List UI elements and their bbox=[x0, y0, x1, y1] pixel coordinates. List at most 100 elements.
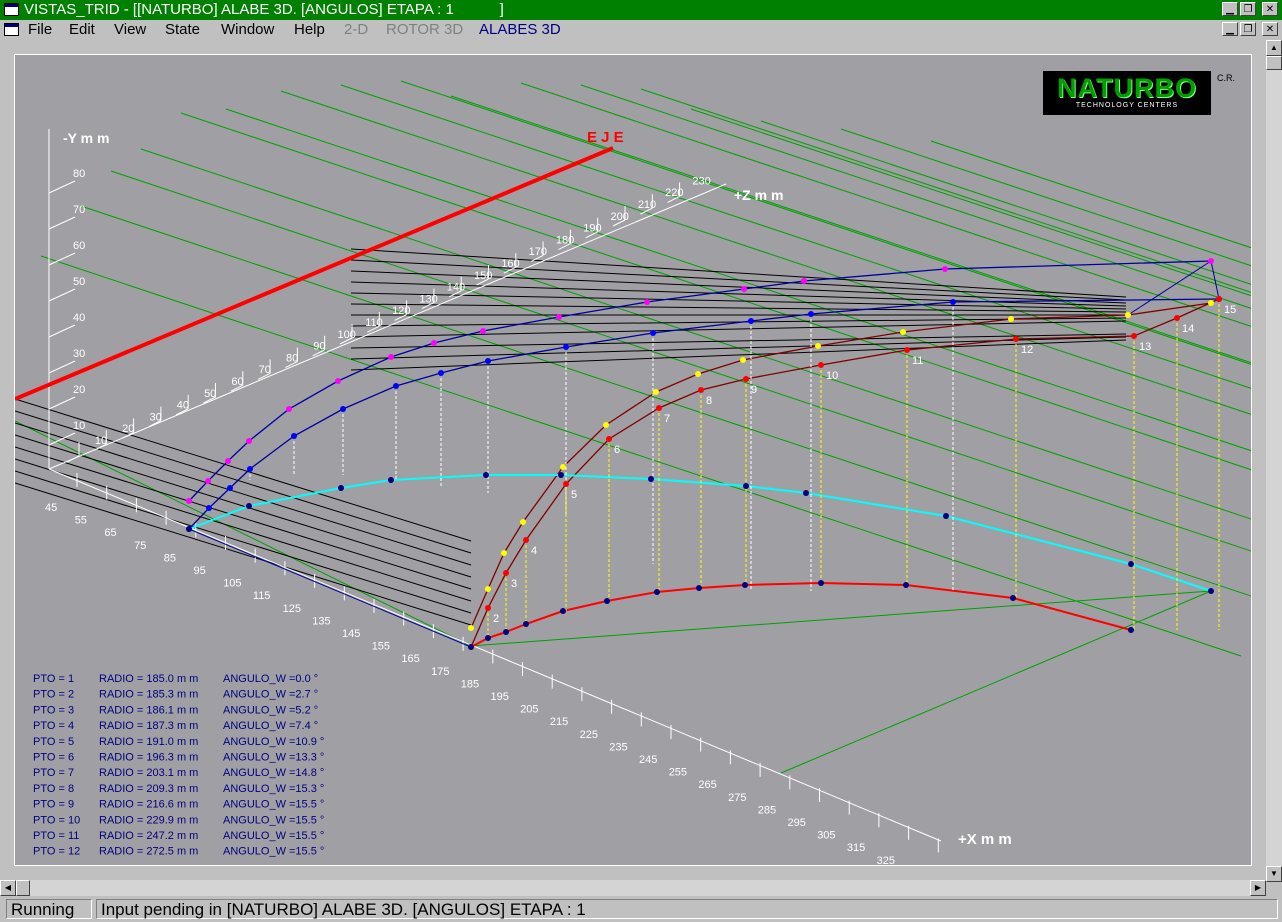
x-tick-label: 175 bbox=[431, 666, 449, 678]
profile-line bbox=[350, 270, 1127, 304]
x-tick-label: 65 bbox=[104, 527, 116, 539]
outer-top-point bbox=[942, 266, 948, 272]
scroll-down-icon[interactable]: ▼ bbox=[1266, 866, 1282, 882]
table-radio: RADIO = 272.5 m m bbox=[99, 846, 198, 858]
doc-restore-button[interactable]: ❐ bbox=[1240, 22, 1256, 36]
outer-mid-point bbox=[291, 433, 297, 439]
profile-line bbox=[14, 434, 472, 578]
table-pto: PTO = 4 bbox=[33, 720, 74, 732]
scroll-up-icon[interactable]: ▲ bbox=[1266, 40, 1282, 56]
menu-alabes-3d[interactable]: ALABES 3D bbox=[479, 20, 561, 40]
x-tick-label: 315 bbox=[847, 842, 865, 854]
z-tick-label: 40 bbox=[177, 400, 189, 412]
table-angulo: ANGULO_W =7.4 ° bbox=[223, 720, 318, 732]
point-number: 11 bbox=[912, 355, 923, 367]
outer-mid-point bbox=[227, 485, 233, 491]
table-angulo: ANGULO_W =10.9 ° bbox=[223, 736, 324, 748]
z-tick-label: 10 bbox=[95, 435, 107, 447]
outer-mid-point bbox=[340, 406, 346, 412]
outer-mid-point bbox=[485, 358, 491, 364]
hscroll-thumb[interactable] bbox=[16, 880, 30, 896]
table-pto: PTO = 9 bbox=[33, 799, 74, 811]
inner-mid-point bbox=[1174, 315, 1180, 321]
profile-line bbox=[14, 422, 472, 566]
inner-mid-point bbox=[563, 481, 569, 487]
x-tick-label: 145 bbox=[342, 628, 360, 640]
status-state: Running bbox=[6, 899, 92, 919]
outer-mid-point bbox=[748, 318, 754, 324]
table-pto: PTO = 11 bbox=[33, 830, 79, 842]
projection-point bbox=[246, 503, 252, 509]
x-tick-label: 205 bbox=[520, 704, 538, 716]
outer-top-point bbox=[801, 278, 807, 284]
inner-top-point bbox=[603, 422, 609, 428]
outer-mid-point bbox=[438, 370, 444, 376]
app-icon[interactable] bbox=[4, 3, 19, 16]
z-tick-label: 100 bbox=[338, 329, 356, 341]
x-tick-label: 45 bbox=[45, 502, 57, 514]
inner-top-point bbox=[815, 343, 821, 349]
outer-mid-point bbox=[247, 466, 253, 472]
table-radio: RADIO = 185.3 m m bbox=[99, 689, 198, 701]
drawing-canvas[interactable]: -Y m m +Z m m +X m m 10 20 30 40 50 60 70 80 10 20 30… bbox=[14, 54, 1282, 879]
inner-mid-point bbox=[1013, 336, 1019, 342]
inner-top-point bbox=[740, 357, 746, 363]
scroll-right-icon[interactable]: ▶ bbox=[1250, 880, 1266, 896]
z-tick-label: 60 bbox=[231, 376, 243, 388]
projection-point bbox=[648, 476, 654, 482]
table-pto: PTO = 5 bbox=[33, 736, 74, 748]
minimize-button[interactable]: ▁ bbox=[1222, 2, 1238, 16]
inner-mid-point bbox=[1216, 296, 1222, 302]
table-angulo: ANGULO_W =0.0 ° bbox=[223, 673, 318, 685]
menu-help[interactable]: Help bbox=[294, 20, 325, 40]
table-radio: RADIO = 209.3 m m bbox=[99, 783, 198, 795]
base-point bbox=[503, 629, 509, 635]
table-radio: RADIO = 186.1 m m bbox=[99, 704, 198, 716]
x-tick-label: 305 bbox=[817, 830, 835, 842]
window-controls: ▁ ❐ ✕ bbox=[1222, 2, 1278, 16]
z-tick-label: 170 bbox=[529, 246, 547, 258]
scroll-left-icon[interactable]: ◀ bbox=[0, 880, 16, 896]
restore-button[interactable]: ❐ bbox=[1240, 2, 1256, 16]
doc-close-button[interactable]: ✕ bbox=[1262, 22, 1278, 36]
profile-line bbox=[350, 336, 1127, 360]
menu-file[interactable]: File bbox=[28, 20, 52, 40]
outer-top-point bbox=[741, 286, 747, 292]
base-point bbox=[696, 585, 702, 591]
base-point bbox=[654, 589, 660, 595]
inner-top-point bbox=[695, 371, 701, 377]
close-button[interactable]: ✕ bbox=[1262, 2, 1278, 16]
table-radio: RADIO = 229.9 m m bbox=[99, 814, 198, 826]
menu-view[interactable]: View bbox=[114, 20, 146, 40]
vertical-scrollbar[interactable]: ▲ ▼ bbox=[1266, 40, 1282, 882]
z-tick bbox=[66, 455, 80, 463]
z-tick-label: 70 bbox=[259, 364, 271, 376]
base-point bbox=[485, 635, 491, 641]
profile-line bbox=[350, 339, 1127, 371]
y-tick-label: 20 bbox=[73, 384, 85, 396]
trailing-edge bbox=[1210, 260, 1220, 300]
outer-top-point bbox=[431, 340, 437, 346]
projection-point bbox=[943, 513, 949, 519]
menu-edit[interactable]: Edit bbox=[69, 20, 95, 40]
inner-top-point bbox=[900, 329, 906, 335]
projection-curve bbox=[188, 474, 1212, 592]
doc-minimize-button[interactable]: ▁ bbox=[1222, 22, 1238, 36]
horizontal-scrollbar[interactable]: ◀ ▶ bbox=[0, 880, 1266, 896]
inner-mid-point bbox=[606, 436, 612, 442]
menu-window[interactable]: Window bbox=[221, 20, 274, 40]
scroll-thumb[interactable] bbox=[1266, 56, 1282, 70]
table-angulo: ANGULO_W =2.7 ° bbox=[223, 689, 318, 701]
inner-top-point bbox=[520, 519, 526, 525]
inner-mid-point bbox=[523, 537, 529, 543]
point-number: 13 bbox=[1139, 341, 1151, 353]
z-tick-label: 130 bbox=[419, 293, 437, 305]
x-tick-label: 265 bbox=[698, 779, 716, 791]
table-radio: RADIO = 203.1 m m bbox=[99, 767, 198, 779]
document-icon[interactable] bbox=[4, 23, 19, 36]
menu-state[interactable]: State bbox=[165, 20, 200, 40]
z-tick-label: 50 bbox=[204, 388, 216, 400]
x-tick-label: 95 bbox=[194, 565, 206, 577]
inner-top-point bbox=[468, 625, 474, 631]
x-tick-label: 255 bbox=[669, 767, 687, 779]
